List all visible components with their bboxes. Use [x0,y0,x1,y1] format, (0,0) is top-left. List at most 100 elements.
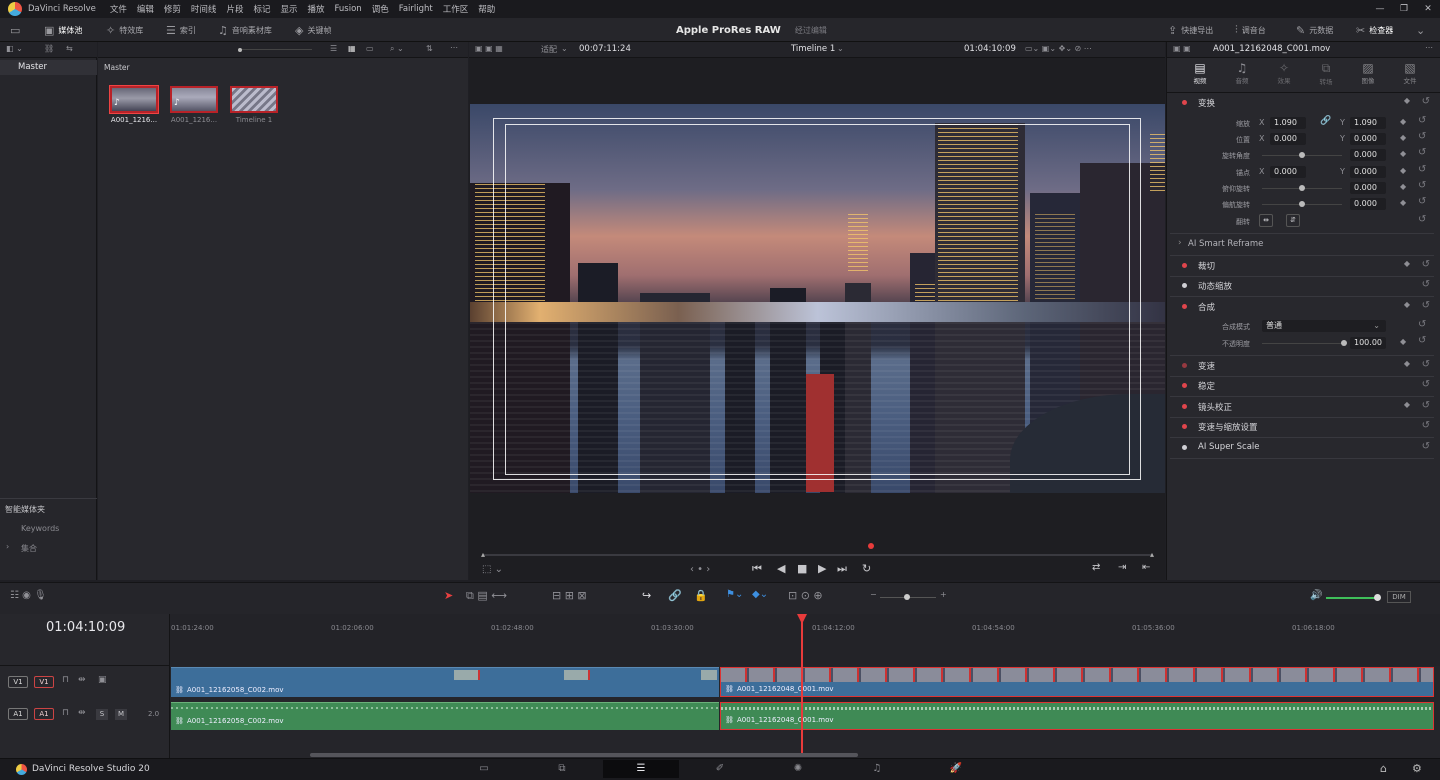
metadata-button[interactable]: ✎ 元数据 [1296,18,1333,42]
menu-trim[interactable]: 修剪 [164,3,181,15]
keyframe-button[interactable]: ◈ 关键帧 [295,18,331,42]
enable-toggle[interactable] [1182,404,1187,409]
page-fusion-button[interactable]: ✐ [682,760,758,778]
zoom-full-icon[interactable]: ⊡ ⊙ ⊕ [788,589,823,602]
section-stabilization[interactable]: 稳定 ↺ [1166,377,1440,395]
view-toggle-icon[interactable]: ◧ ⌄ [6,44,23,53]
search-icon[interactable]: ⌕ ⌄ [390,44,404,54]
prev-edit-icon[interactable]: ⇤ [1142,562,1150,573]
inspector-button[interactable]: ✂ 检查器 [1356,18,1393,42]
solo-button[interactable]: S [96,709,108,720]
section-smart-reframe[interactable]: › AI Smart Reframe [1166,236,1440,254]
reset-icon[interactable]: ↺ [1422,300,1430,311]
menu-workspace[interactable]: 工作区 [443,3,469,15]
menu-timeline[interactable]: 时间线 [191,3,217,15]
enable-toggle[interactable] [1182,363,1187,368]
timeline-view-options-icon[interactable]: ☷ ◉ 🎙 [10,590,47,601]
clip-thumbnail-2[interactable]: ♪ [170,86,218,113]
auto-select-icon[interactable]: ⇹ [78,675,86,685]
opacity-slider-knob[interactable] [1341,340,1347,346]
enable-toggle[interactable] [1182,424,1187,429]
zoom-fit-dropdown[interactable]: 适配 [541,44,557,55]
video-clip-1[interactable]: ⛓ A001_12162058_C002.mov [171,667,719,697]
home-icon[interactable]: ⌂ [1380,762,1387,775]
next-edit-icon[interactable]: ⇥ [1118,562,1126,573]
go-to-end-icon[interactable]: ⏭ [837,562,847,576]
timeline-scrollbar[interactable] [310,753,858,757]
reset-icon[interactable]: ↺ [1422,259,1430,270]
enable-toggle[interactable] [1182,445,1187,450]
snapping-icon[interactable]: ↪ [642,589,651,602]
link-icon[interactable]: ⛓ [44,44,54,53]
menu-color[interactable]: 调色 [372,3,389,15]
video-clip-2[interactable]: ⛓ A001_12162048_C001.mov [720,667,1434,697]
tab-video[interactable]: ▤ 视频 [1185,61,1215,85]
section-super-scale[interactable]: AI Super Scale ↺ [1166,439,1440,457]
reset-icon[interactable]: ↺ [1418,335,1426,346]
page-edit-button[interactable]: ☰ [603,760,679,778]
keyframe-diamond-icon[interactable]: ◆ [1400,198,1406,207]
reset-icon[interactable]: ↺ [1422,96,1430,107]
reset-icon[interactable]: ↺ [1418,196,1426,207]
list-view-icon[interactable]: ☰ [330,44,337,53]
scrubber-end-handle[interactable]: ▴ [1150,550,1154,559]
section-speed-change[interactable]: 变速 ◆ ↺ [1166,357,1440,375]
loop-icon[interactable]: ↻ [862,562,871,575]
page-color-button[interactable]: ✺ [760,760,836,778]
menu-clip[interactable]: 片段 [226,3,243,15]
close-icon[interactable]: ✕ [1416,0,1440,18]
keyframe-diamond-icon[interactable]: ◆ [1400,149,1406,158]
position-x-field[interactable]: 0.000 [1270,133,1306,145]
track-visibility-icon[interactable]: ▣ [98,675,107,685]
keyframe-diamond-icon[interactable]: ◆ [1400,133,1406,142]
position-y-field[interactable]: 0.000 [1350,133,1386,145]
menu-edit[interactable]: 编辑 [137,3,154,15]
page-fairlight-button[interactable]: ♫ [839,760,915,778]
enable-toggle[interactable] [1182,283,1187,288]
collapse-button[interactable]: ⌄ [1416,18,1425,42]
volume-slider[interactable] [1326,597,1376,599]
track-lock-icon[interactable]: ⊓ [62,675,69,685]
tab-effects[interactable]: ✧ 效果 [1269,61,1299,85]
enable-toggle[interactable] [1182,263,1187,268]
reset-icon[interactable]: ↺ [1422,279,1430,290]
reset-icon[interactable]: ↺ [1418,147,1426,158]
audio-clip-1[interactable]: ⛓ A001_12162058_C002.mov [171,702,719,730]
a1-source-patch[interactable]: A1 [8,708,28,720]
viewer-layout-icon[interactable]: ▣ ▣ ▦ [475,44,503,53]
rotation-field[interactable]: 0.000 [1350,149,1386,161]
zoom-y-field[interactable]: 1.090 [1350,117,1386,129]
sort-icon[interactable]: ⇅ [426,44,433,53]
edit-tools-icon[interactable]: ⧉ ▤ ⟷ [466,589,507,603]
timeline-thumbnail[interactable] [230,86,278,113]
stop-icon[interactable]: ■ [797,562,807,575]
viewer-options-icon[interactable]: ▭⌄ ▣⌄ ✥⌄ ⊘ ⋯ [1025,44,1092,53]
section-composite[interactable]: 合成 ◆ ↺ [1166,298,1440,316]
enable-toggle[interactable] [1182,383,1187,388]
section-dynamic-zoom[interactable]: 动态缩放 ↺ [1166,277,1440,295]
smart-bin-collections[interactable]: 集合 [21,543,37,554]
effects-button[interactable]: ✧ 特效库 [106,18,143,42]
zoom-out-icon[interactable]: − [870,590,877,599]
settings-gear-icon[interactable]: ⚙ [1412,762,1422,775]
yaw-field[interactable]: 0.000 [1350,198,1386,210]
quick-export-button[interactable]: ⇪ 快捷导出 [1168,18,1213,42]
mixer-button[interactable]: ⫶ 调音台 [1235,18,1266,42]
flip-horizontal-icon[interactable]: ⇹ [1259,214,1273,227]
opacity-slider[interactable] [1262,343,1342,344]
viewer-scrubber[interactable] [483,554,1153,556]
composite-mode-dropdown[interactable]: 普通 ⌄ [1262,320,1386,332]
section-retime-scaling[interactable]: 变速与缩放设置 ↺ [1166,418,1440,436]
audio-clip-2[interactable]: ⛓ A001_12162048_C001.mov [720,702,1434,730]
more-options-icon[interactable]: ⋯ [1425,43,1433,52]
tab-transition[interactable]: ⧉ 转场 [1311,61,1341,86]
timeline-name[interactable]: Timeline 1 [791,44,835,54]
volume-icon[interactable]: 🔊 [1310,590,1322,601]
reset-icon[interactable]: ↺ [1418,164,1426,175]
page-cut-button[interactable]: ⧉ [524,760,600,778]
smart-bin-keywords[interactable]: Keywords [21,524,59,533]
a1-destination[interactable]: A1 [34,708,54,720]
index-button[interactable]: ☰ 索引 [166,18,196,42]
mute-button[interactable]: M [115,709,127,720]
reset-icon[interactable]: ↺ [1418,115,1426,126]
